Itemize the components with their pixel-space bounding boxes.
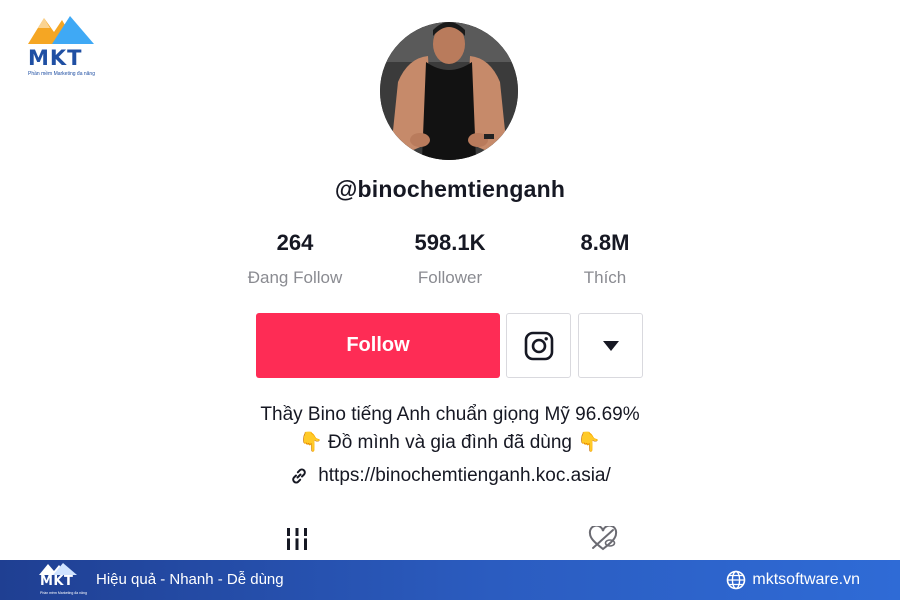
footer-bar: MKT Phần mềm Marketing đa năng Hiệu quả … xyxy=(0,560,900,600)
stat-likes-label: Thích xyxy=(583,268,627,287)
stat-likes-count: 8.8M xyxy=(580,230,630,255)
globe-icon xyxy=(727,570,746,590)
pointing-down-emoji: 👇 xyxy=(577,431,601,453)
footer-logo: MKT Phần mềm Marketing đa năng xyxy=(38,562,87,598)
logo-text: MKT xyxy=(28,46,83,70)
more-options-button[interactable] xyxy=(578,313,643,378)
profile-username: @binochemtienganh xyxy=(334,176,566,202)
bio-line-2-text: Đồ mình và gia đình đã dùng xyxy=(327,432,572,453)
tab-videos[interactable] xyxy=(280,524,314,554)
tab-liked[interactable] xyxy=(586,524,620,554)
stat-followers-label: Follower xyxy=(417,268,483,287)
instagram-icon xyxy=(524,331,553,360)
stat-following-count: 264 xyxy=(276,230,314,255)
bio-link[interactable]: https://binochemtienganh.koc.asia/ xyxy=(0,465,900,487)
stat-followers[interactable]: 598.1K Follower xyxy=(370,230,530,288)
link-icon xyxy=(292,468,306,484)
bio-line-1: Thầy Bino tiếng Anh chuẩn giọng Mỹ 96.69… xyxy=(260,404,640,425)
pointing-down-emoji: 👇 xyxy=(299,431,323,453)
profile-avatar[interactable] xyxy=(380,22,518,160)
grid-bars-icon xyxy=(285,528,309,550)
avatar-photo xyxy=(380,22,518,160)
bio-line-2: 👇 Đồ mình và gia đình đã dùng 👇 xyxy=(0,430,900,454)
stat-following-label: Đang Follow xyxy=(247,268,343,287)
logo-mountains-icon xyxy=(28,16,94,44)
stat-likes: 8.8M Thích xyxy=(525,230,685,288)
stat-followers-count: 598.1K xyxy=(414,230,486,255)
footer-logo-tagline: Phần mềm Marketing đa năng xyxy=(40,591,87,595)
footer-website-text[interactable]: mktsoftware.vn xyxy=(752,571,860,589)
stat-following[interactable]: 264 Đang Follow xyxy=(215,230,375,288)
instagram-button[interactable] xyxy=(506,313,571,378)
brand-logo: MKT Phần mềm Marketing đa năng xyxy=(22,12,102,82)
bio-link-text[interactable]: https://binochemtienganh.koc.asia/ xyxy=(318,465,611,487)
follow-button[interactable]: Follow xyxy=(256,313,500,378)
heart-hidden-icon xyxy=(588,526,618,551)
footer-website[interactable]: mktsoftware.vn xyxy=(726,570,860,590)
footer-logo-text: MKT xyxy=(40,574,74,589)
logo-tagline: Phần mềm Marketing đa năng xyxy=(28,71,95,77)
caret-down-icon xyxy=(602,340,619,351)
footer-slogan: Hiệu quả - Nhanh - Dễ dùng xyxy=(96,571,284,588)
